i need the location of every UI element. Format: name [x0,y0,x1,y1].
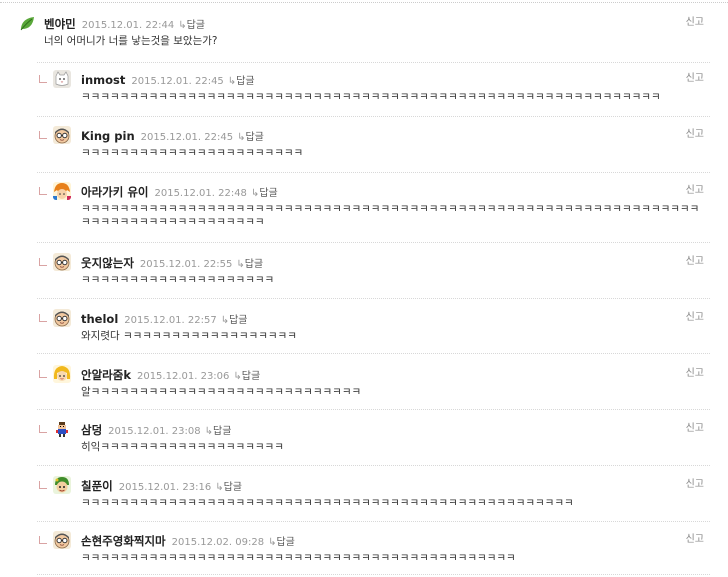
reply-button-label: 답글 [229,315,248,326]
comment-author[interactable]: thelol [81,312,118,326]
yellow-girl-icon [53,365,71,383]
leaf-icon [18,15,36,33]
comment-text: ㅋㅋㅋㅋㅋㅋㅋㅋㅋㅋㅋㅋㅋㅋㅋㅋㅋㅋㅋㅋㅋㅋㅋㅋㅋㅋㅋㅋㅋㅋㅋㅋㅋㅋㅋㅋㅋㅋㅋㅋ… [81,91,661,103]
comment-date: 2015.12.02. 09:28 [171,537,265,548]
comment-author[interactable]: 삼덩 [81,423,102,437]
reply-button[interactable]: ↳답글 [233,371,260,382]
divider [37,574,710,575]
green-character-icon [53,476,71,494]
pixel-character-icon [53,420,71,438]
divider [37,465,710,466]
comment-text: ㅋㅋㅋㅋㅋㅋㅋㅋㅋㅋㅋㅋㅋㅋㅋㅋㅋㅋㅋㅋㅋㅋㅋㅋㅋㅋㅋㅋㅋㅋㅋㅋㅋㅋㅋㅋㅋㅋㅋㅋ… [81,497,574,509]
comment-date: 2015.12.01. 22:55 [139,259,233,270]
reply-arrow-icon: ↳ [204,426,213,437]
reply-indent-icon [39,75,47,83]
report-button[interactable]: 신고 [686,71,704,87]
reply-arrow-icon: ↳ [233,371,242,382]
report-button[interactable]: 신고 [686,421,704,437]
report-button[interactable]: 신고 [686,183,704,199]
reply-button-label: 답글 [245,132,264,143]
report-button[interactable]: 신고 [686,127,704,143]
divider [37,409,710,410]
reply-button[interactable]: ↳답글 [205,426,232,437]
reply-button-label: 답글 [241,371,261,382]
reply-button-label: 답글 [186,20,205,31]
comment-text: 알ㅋㅋㅋㅋㅋㅋㅋㅋㅋㅋㅋㅋㅋㅋㅋㅋㅋㅋㅋㅋㅋㅋㅋㅋㅋㅋㅋㅋ [81,386,362,398]
glasses-face-icon [53,309,71,327]
reply-button-label: 답글 [236,76,255,87]
reply-indent-icon [39,258,47,266]
comment-author[interactable]: 아라가키 유이 [81,185,148,199]
report-button[interactable]: 신고 [686,477,704,493]
glasses-face-icon [53,253,71,271]
reply-arrow-icon: ↳ [220,315,230,326]
reply-indent-icon [39,481,47,489]
reply-button-label: 답글 [276,537,295,548]
reply-button[interactable]: ↳답글 [215,482,242,493]
reply-arrow-icon: ↳ [178,20,187,31]
comment-author[interactable]: 벤야민 [44,17,76,31]
comment-date: 2015.12.01. 22:44 [81,20,175,31]
divider [37,172,710,173]
comment-date: 2015.12.01. 22:57 [124,315,217,326]
reply-arrow-icon: ↳ [227,76,237,87]
colorful-character-icon [53,182,71,200]
reply-button[interactable]: ↳답글 [237,132,264,143]
comment-author[interactable]: 웃지않는자 [81,256,134,270]
reply-indent-icon [39,425,47,433]
reply-button[interactable]: ↳답글 [178,20,205,31]
comment-date: 2015.12.01. 23:08 [108,426,201,437]
reply-arrow-icon: ↳ [215,482,224,493]
comment-text: ㅋㅋㅋㅋㅋㅋㅋㅋㅋㅋㅋㅋㅋㅋㅋㅋㅋㅋㅋㅋㅋㅋㅋ [81,147,304,159]
comment-date: 2015.12.01. 22:48 [154,188,247,199]
report-button[interactable]: 신고 [686,15,704,31]
report-button[interactable]: 신고 [686,254,704,270]
reply-indent-icon [39,131,47,139]
reply-button[interactable]: ↳답글 [228,76,255,87]
comment-author[interactable]: 칠푼이 [81,479,113,493]
comment-date: 2015.12.01. 23:06 [136,371,230,382]
divider [37,242,710,243]
comment-date: 2015.12.01. 22:45 [131,76,224,87]
reply-arrow-icon: ↳ [236,259,245,270]
top-divider [0,2,728,3]
reply-indent-icon [39,187,47,195]
reply-button-label: 답글 [223,482,242,493]
divider [37,116,710,117]
reply-indent-icon [39,370,47,378]
divider [37,298,710,299]
comment-author[interactable]: inmost [81,73,125,87]
comment-text: 히익ㅋㅋㅋㅋㅋㅋㅋㅋㅋㅋㅋㅋㅋㅋㅋㅋㅋㅋㅋ [81,441,284,453]
comment-text: ㅋㅋㅋㅋㅋㅋㅋㅋㅋㅋㅋㅋㅋㅋㅋㅋㅋㅋㅋㅋㅋㅋㅋㅋㅋㅋㅋㅋㅋㅋㅋㅋㅋㅋㅋㅋㅋㅋㅋㅋ… [81,203,700,228]
comment-author[interactable]: 안알라줌k [81,368,131,382]
comment-date: 2015.12.01. 22:45 [140,132,234,143]
comment-text: ㅋㅋㅋㅋㅋㅋㅋㅋㅋㅋㅋㅋㅋㅋㅋㅋㅋㅋㅋㅋㅋㅋㅋㅋㅋㅋㅋㅋㅋㅋㅋㅋㅋㅋㅋㅋㅋㅋㅋㅋ… [81,552,516,564]
comment-author[interactable]: 손현주영화찍지마 [81,534,166,548]
report-button[interactable]: 신고 [686,366,704,382]
comment-text: 너의 어머니가 너를 낳는것을 보았는가? [44,35,218,47]
glasses-face-icon [53,126,71,144]
comment-text: 와지렷다 ㅋㅋㅋㅋㅋㅋㅋㅋㅋㅋㅋㅋㅋㅋㅋㅋㅋㅋ [81,330,297,342]
reply-button-label: 답글 [244,259,264,270]
reply-button[interactable]: ↳답글 [236,259,263,270]
reply-button-label: 답글 [259,188,278,199]
comment-text: ㅋㅋㅋㅋㅋㅋㅋㅋㅋㅋㅋㅋㅋㅋㅋㅋㅋㅋㅋㅋ [81,274,275,286]
divider [37,521,710,522]
reply-button[interactable]: ↳답글 [221,315,248,326]
reply-button[interactable]: ↳답글 [251,188,278,199]
reply-button[interactable]: ↳답글 [268,537,295,548]
reply-indent-icon [39,536,47,544]
comment-date: 2015.12.01. 23:16 [118,482,212,493]
reply-button-label: 답글 [213,426,232,437]
glasses-face-icon [53,531,71,549]
comment-author[interactable]: King pin [81,129,135,143]
report-button[interactable]: 신고 [686,310,704,326]
reply-indent-icon [39,314,47,322]
report-button[interactable]: 신고 [686,532,704,548]
divider [37,353,710,354]
white-cat-icon [53,70,71,88]
divider [37,62,710,63]
